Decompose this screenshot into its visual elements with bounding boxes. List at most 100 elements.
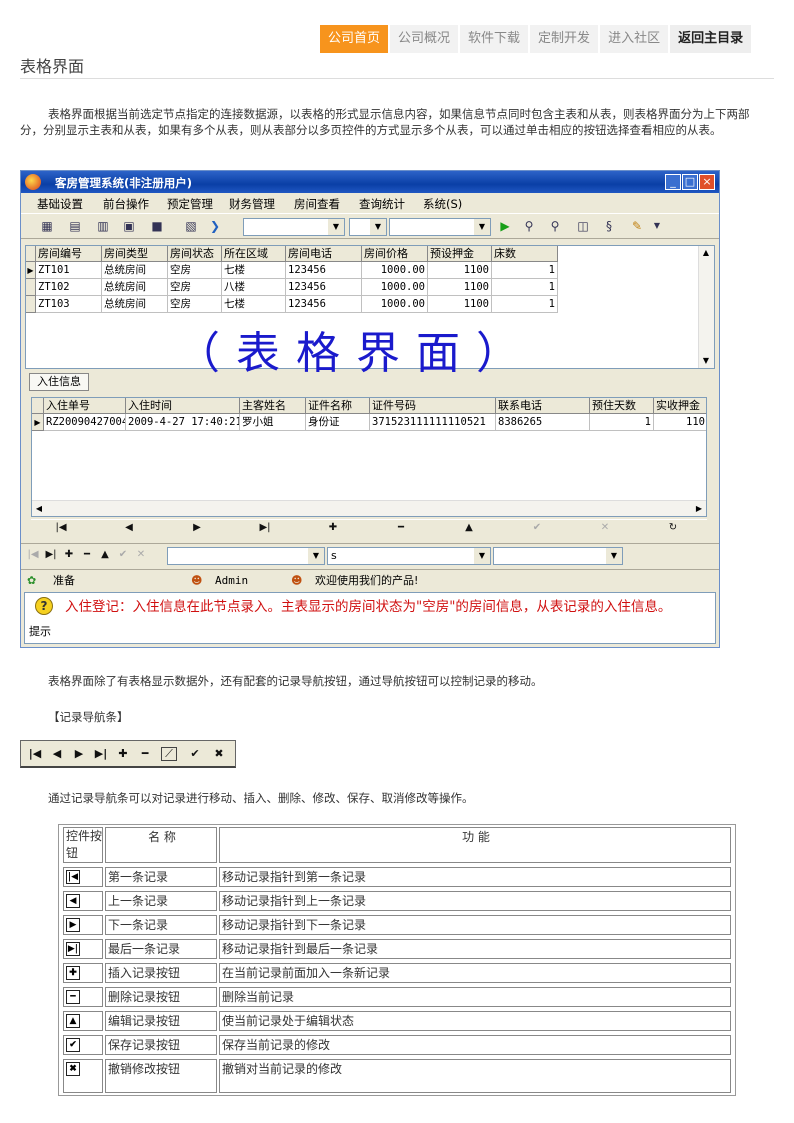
table-cell[interactable]: ZT103 [36,296,102,313]
close-icon[interactable]: × [699,174,715,190]
nav-community[interactable]: 进入社区 [600,25,669,53]
export-icon[interactable]: ▧ [183,218,199,234]
detail-col-header[interactable]: 预住天数 [590,398,654,414]
detail-col-header[interactable]: 实收押金 [654,398,706,414]
detail-col-header[interactable]: 入住时间 [126,398,240,414]
minimize-icon[interactable]: _ [665,174,681,190]
table-cell[interactable]: 123456 [286,262,362,279]
table-cell[interactable]: RZ20090427004 [44,414,126,431]
table-cell[interactable]: 1000.00 [362,296,428,313]
menu-finance[interactable]: 财务管理 [229,196,275,212]
value-combo[interactable]: ▼ [389,218,491,236]
menu-front-desk[interactable]: 前台操作 [103,196,149,212]
table-cell[interactable]: 8386265 [496,414,590,431]
last-icon[interactable]: ▶| [41,549,61,560]
pencil-icon[interactable]: ✎ [629,218,645,234]
table-cell[interactable]: 1100 [428,279,492,296]
table-cell[interactable]: ZT101 [36,262,102,279]
scroll-down-icon[interactable]: ▼ [699,354,713,368]
table-cell[interactable]: 七楼 [222,296,286,313]
nav-custom-development[interactable]: 定制开发 [530,25,599,53]
filter-field-combo[interactable]: ▼ [167,547,325,565]
table-cell[interactable]: 1 [492,262,558,279]
menu-room-view[interactable]: 房间查看 [294,196,340,212]
table-cell[interactable]: 身份证 [306,414,370,431]
refresh-icon[interactable]: § [601,218,617,234]
next-icon[interactable]: ▶ [69,746,89,762]
table-cell[interactable]: 2009-4-27 17:40:21 [126,414,240,431]
post-icon[interactable]: ✔ [113,549,133,560]
refresh-icon[interactable]: ↻ [663,522,683,533]
table-cell[interactable]: 总统房间 [102,279,168,296]
table-cell[interactable]: 110 [654,414,706,431]
maximize-icon[interactable]: □ [682,174,698,190]
post-icon[interactable]: ✔ [185,746,205,762]
cancel-icon[interactable]: ✕ [595,522,615,533]
table-cell[interactable]: 1 [590,414,654,431]
first-icon[interactable]: |◀ [25,746,45,762]
next-icon[interactable]: ▶ [187,522,207,533]
tab-checkin-info[interactable]: 入住信息 [29,373,89,391]
cancel-icon[interactable]: ✖ [209,746,229,762]
forward-icon[interactable]: ❯ [207,218,223,234]
table-cell[interactable]: ZT102 [36,279,102,296]
insert-icon[interactable]: ✚ [59,549,79,560]
preview-icon[interactable]: ◫ [575,218,591,234]
cancel-icon[interactable]: ✕ [131,549,151,560]
last-icon[interactable]: ▶| [255,522,275,533]
insert-icon[interactable]: ✚ [323,522,343,533]
master-col-header[interactable]: 所在区域 [222,246,286,262]
table-cell[interactable]: 1 [492,296,558,313]
chart-icon[interactable]: ▣ [121,218,137,234]
table-cell[interactable]: 371523111111110521 [370,414,496,431]
table-cell[interactable]: 空房 [168,262,222,279]
tree-icon[interactable]: ▦ [39,218,55,234]
menu-system[interactable]: 系统(S) [423,196,462,212]
prior-icon[interactable]: ◀ [119,522,139,533]
table-cell[interactable]: 123456 [286,296,362,313]
first-icon[interactable]: |◀ [51,522,71,533]
last-icon[interactable]: ▶| [91,746,111,762]
master-col-header[interactable]: 房间类型 [102,246,168,262]
edit-icon[interactable]: ⟋ [161,747,177,761]
scroll-right-icon[interactable]: ▶ [692,502,706,516]
table-cell[interactable]: 空房 [168,279,222,296]
search-next-icon[interactable]: ⚲ [547,218,563,234]
detail-col-header[interactable]: 联系电话 [496,398,590,414]
table-cell[interactable]: 1100 [428,296,492,313]
nav-software-download[interactable]: 软件下载 [460,25,529,53]
menu-basic-settings[interactable]: 基础设置 [37,196,83,212]
scroll-left-icon[interactable]: ◀ [32,502,46,516]
master-col-header[interactable]: 房间状态 [168,246,222,262]
table-cell[interactable]: 总统房间 [102,296,168,313]
master-col-header[interactable]: 房间电话 [286,246,362,262]
menu-query-stats[interactable]: 查询统计 [359,196,405,212]
operator-combo[interactable]: ▼ [349,218,387,236]
filter-extra-combo[interactable]: ▼ [493,547,623,565]
table-cell[interactable]: 1100 [428,262,492,279]
table-cell[interactable]: 空房 [168,296,222,313]
detail-col-header[interactable]: 入住单号 [44,398,126,414]
filter-value-combo[interactable]: s ▼ [327,547,491,565]
table-cell[interactable]: 1 [492,279,558,296]
table-cell[interactable]: 八楼 [222,279,286,296]
master-col-header[interactable]: 房间编号 [36,246,102,262]
delete-icon[interactable]: ━ [135,746,155,762]
table-cell[interactable]: 七楼 [222,262,286,279]
edit-icon[interactable]: ▲ [459,522,479,533]
detail-hscrollbar[interactable]: ◀ ▶ [32,500,706,516]
table-cell[interactable]: 123456 [286,279,362,296]
grid-icon[interactable]: ▤ [67,218,83,234]
menu-booking[interactable]: 预定管理 [167,196,213,212]
post-icon[interactable]: ✔ [527,522,547,533]
run-icon[interactable]: ▶ [497,218,513,234]
insert-icon[interactable]: ✚ [113,746,133,762]
detail-col-header[interactable]: 证件号码 [370,398,496,414]
field-combo[interactable]: ▼ [243,218,345,236]
nav-company-overview[interactable]: 公司概况 [390,25,459,53]
delete-icon[interactable]: ━ [77,549,97,560]
master-col-header[interactable]: 预设押金 [428,246,492,262]
nav-back-main[interactable]: 返回主目录 [670,25,752,53]
first-icon[interactable]: |◀ [23,549,43,560]
document-icon[interactable]: ▥ [95,218,111,234]
